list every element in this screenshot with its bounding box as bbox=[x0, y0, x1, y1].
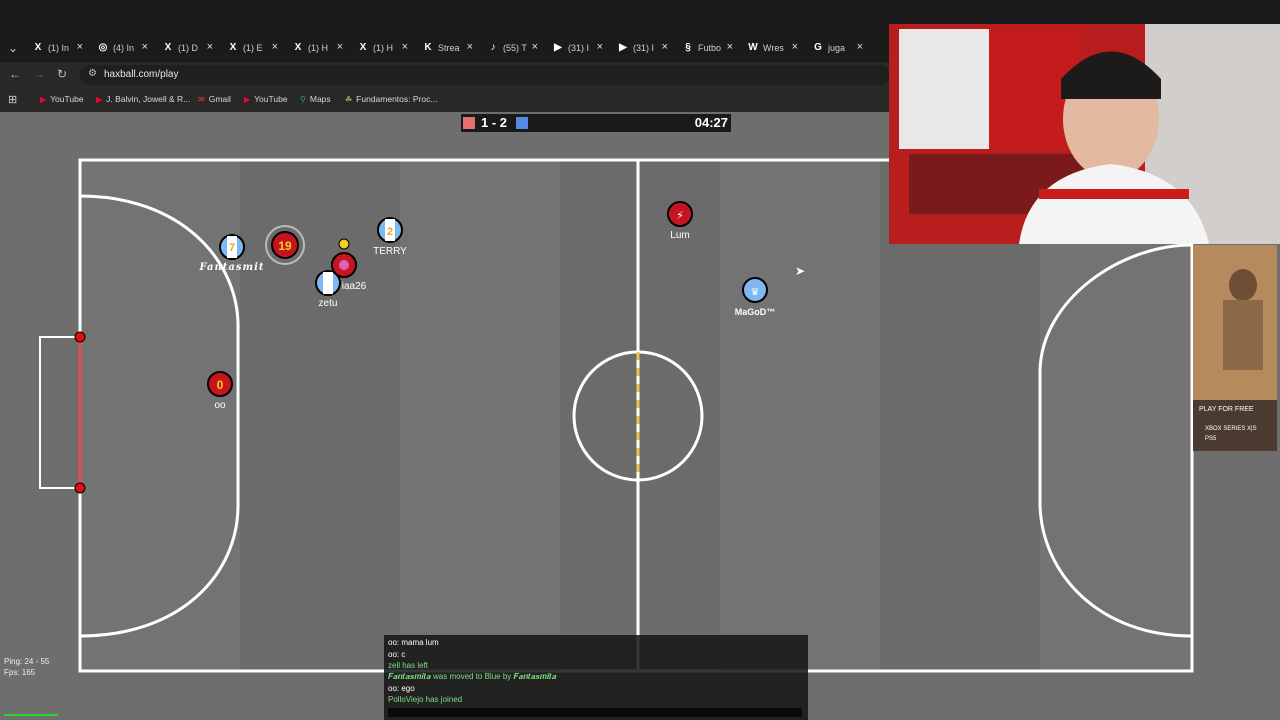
player-disc-terry: 2 bbox=[377, 217, 403, 243]
chat-message: 𝑭𝒂𝒏𝒕𝒂𝒔𝒎𝒊𝒕𝒂 was moved to Blue by 𝑭𝒂𝒏𝒕𝒂𝒔𝒎𝒊… bbox=[388, 672, 557, 681]
chat-message: oo: mama lum bbox=[388, 638, 439, 647]
svg-text:7: 7 bbox=[229, 242, 235, 254]
player-name: TERRY bbox=[373, 246, 407, 257]
chat-message: PolloViejo has joined bbox=[388, 695, 463, 704]
goal-post bbox=[74, 482, 86, 494]
svg-text:19: 19 bbox=[278, 239, 292, 253]
svg-text:♛: ♛ bbox=[751, 287, 760, 298]
ping-text: Ping: 24 - 55 bbox=[4, 657, 50, 666]
ad-footer: PLAY FOR FREE XBOX SERIES X|S PS5 bbox=[1193, 400, 1277, 451]
chat-panel: oo: mama lum oo: c zell has left 𝑭𝒂𝒏𝒕𝒂𝒔𝒎… bbox=[384, 635, 808, 720]
chat-input[interactable] bbox=[388, 708, 802, 717]
chat-message: oo: ego bbox=[388, 684, 415, 693]
fps-text: Fps: 165 bbox=[4, 668, 36, 677]
chat-message: oo: c bbox=[388, 650, 406, 659]
player-name: Fantasmit bbox=[199, 262, 265, 273]
left-goal bbox=[39, 336, 81, 489]
score-text: 1 - 2 bbox=[481, 115, 508, 130]
blue-team-color bbox=[516, 117, 528, 129]
player-name: oo bbox=[214, 400, 226, 411]
ad-artwork bbox=[1193, 245, 1277, 400]
ad-play-label: PLAY FOR FREE bbox=[1199, 406, 1254, 413]
ball bbox=[338, 238, 350, 250]
goal-post bbox=[74, 331, 86, 343]
ping-graph bbox=[4, 708, 58, 716]
player-name: MaGoD™ bbox=[734, 307, 776, 317]
player-disc-oo: 0 bbox=[207, 371, 233, 397]
player-disc-magod: ♛ bbox=[742, 277, 768, 303]
scoreboard: 1 - 2 04:27 bbox=[461, 114, 731, 132]
ps5-label: PS5 bbox=[1205, 436, 1217, 442]
svg-text:2: 2 bbox=[387, 226, 393, 238]
network-stats: Ping: 24 - 55 Fps: 165 bbox=[4, 656, 49, 678]
red-team-color bbox=[463, 117, 475, 129]
player-disc-lum: ⚡ bbox=[667, 201, 693, 227]
match-timer: 04:27 bbox=[694, 115, 728, 130]
player-name: Lum bbox=[670, 230, 690, 241]
player-disc-19: 19 bbox=[265, 225, 305, 265]
chat-message: zell has left bbox=[388, 661, 429, 670]
svg-text:⚡: ⚡ bbox=[676, 209, 684, 222]
xbox-label: XBOX SERIES X|S bbox=[1205, 426, 1257, 432]
svg-text:0: 0 bbox=[217, 378, 224, 392]
player-disc-iaa26 bbox=[331, 252, 357, 278]
game-advertisement[interactable]: PLAY FOR FREE XBOX SERIES X|S PS5 bbox=[1193, 245, 1277, 451]
webcam-overlay bbox=[889, 24, 1280, 244]
mouse-cursor-icon: ➤ bbox=[795, 264, 806, 278]
player-disc-fantasmit: 7 bbox=[219, 234, 245, 260]
streamer-webcam-image bbox=[889, 24, 1280, 244]
player-name: zetu bbox=[318, 298, 338, 309]
player-name: iaa26 bbox=[341, 281, 367, 292]
